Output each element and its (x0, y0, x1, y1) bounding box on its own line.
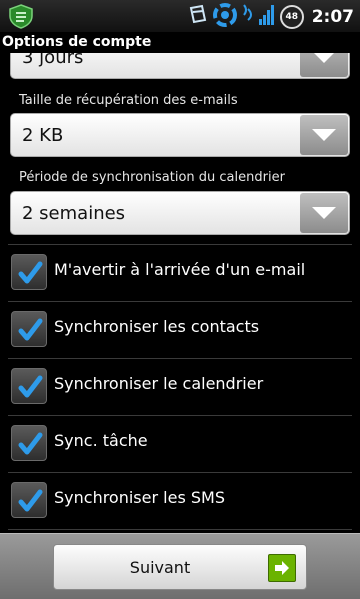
sync-days-spinner[interactable]: 3 jours (10, 53, 350, 79)
checkbox-label: Synchroniser le calendrier (54, 374, 264, 393)
status-bar: 48 2:07 (0, 0, 360, 33)
chevron-down-icon (300, 115, 348, 155)
sync-icon (188, 4, 208, 30)
clock: 2:07 (311, 6, 354, 27)
next-button-label: Suivant (129, 558, 191, 577)
checkbox-row-sms[interactable]: Synchroniser les SMS (0, 473, 360, 529)
checkbox-row-contacts[interactable]: Synchroniser les contacts (0, 302, 360, 358)
check-icon (18, 489, 43, 512)
sync-days-value: 3 jours (22, 53, 84, 68)
chevron-down-icon (300, 53, 348, 77)
checkbox[interactable] (11, 425, 47, 461)
bottom-bar: Suivant (0, 533, 360, 599)
checkbox-row-calendar[interactable]: Synchroniser le calendrier (0, 359, 360, 415)
checkbox-label: Sync. tâche (54, 431, 148, 450)
signal-icon (258, 4, 276, 30)
battery-level: 48 (285, 11, 298, 22)
arrow-right-icon (268, 554, 296, 582)
checkbox-label: Synchroniser les contacts (54, 317, 260, 336)
checkbox-row-tasks[interactable]: Sync. tâche (0, 416, 360, 472)
checkbox-row-email-notify[interactable]: M'avertir à l'arrivée d'un e-mail (0, 245, 360, 301)
checkbox[interactable] (11, 311, 47, 347)
email-size-value: 2 KB (22, 125, 64, 146)
battery-icon: 48 (279, 4, 304, 29)
checkbox-label: M'avertir à l'arrivée d'un e-mail (54, 260, 306, 279)
settings-list[interactable]: 3 jours Taille de récupération des e-mai… (0, 53, 360, 533)
chevron-down-icon (300, 193, 348, 233)
shield-icon (8, 4, 34, 29)
check-icon (18, 375, 43, 398)
checkbox[interactable] (11, 254, 47, 290)
nfc-icon (212, 2, 238, 32)
check-icon (18, 432, 43, 455)
checkbox[interactable] (11, 482, 47, 518)
wifi-icon (242, 3, 254, 30)
calendar-period-value: 2 semaines (22, 203, 126, 224)
checkbox-label: Synchroniser les SMS (54, 488, 225, 507)
calendar-period-spinner[interactable]: 2 semaines (10, 191, 350, 235)
page-title: Options de compte (2, 34, 152, 50)
check-icon (18, 261, 43, 284)
email-size-spinner[interactable]: 2 KB (10, 113, 350, 157)
next-button[interactable]: Suivant (53, 544, 307, 590)
check-icon (18, 318, 43, 341)
title-bar: Options de compte (0, 33, 360, 53)
divider (8, 529, 352, 530)
email-size-label: Taille de récupération des e-mails (19, 93, 238, 108)
checkbox[interactable] (11, 368, 47, 404)
calendar-period-label: Période de synchronisation du calendrier (19, 170, 285, 185)
